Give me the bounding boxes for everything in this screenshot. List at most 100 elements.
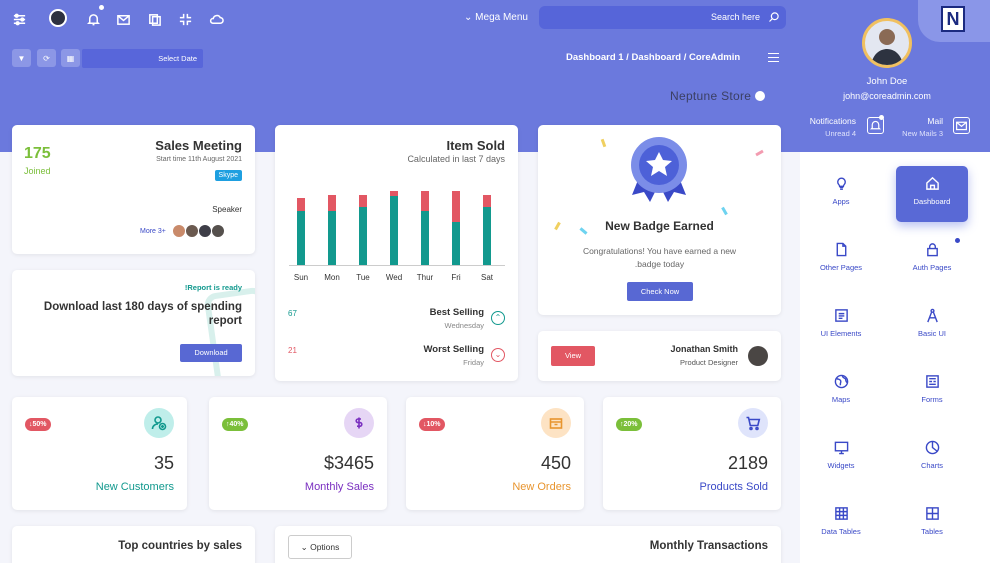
stat-card-products: ↑20% 2189 Products Sold (603, 397, 781, 510)
sidebar-item-basic-ui[interactable]: Basic UI (896, 298, 968, 354)
brand-logo[interactable]: N (941, 6, 965, 32)
table-icon (834, 507, 848, 520)
refresh-button[interactable]: ⟳ (37, 49, 56, 67)
sidebar-item-label: Tables (921, 527, 943, 536)
filter-button[interactable]: ▼ (12, 49, 31, 67)
avatar[interactable] (172, 224, 186, 238)
date-picker-label: Select Date (158, 54, 197, 63)
sidebar-item-label: Other Pages (819, 263, 863, 272)
stat-card-orders: ↓10% 450 New Orders (406, 397, 584, 510)
store-label: Neptune Store (670, 89, 752, 103)
home-icon (925, 176, 939, 190)
best-value: 67 (288, 309, 297, 318)
options-dropdown[interactable]: ⌄ Options (288, 535, 352, 559)
bar-segment-secondary (328, 194, 336, 211)
sidebar-item-label: UI Elements (820, 329, 862, 338)
sidebar-nav: Apps Dashboard Other Pages Auth Pages UI… (800, 152, 990, 563)
user-plus-icon (144, 408, 174, 438)
date-picker[interactable]: Select Date (82, 49, 203, 68)
confetti (721, 206, 728, 216)
sidebar-item-data-tables[interactable]: Data Tables (805, 496, 877, 552)
search-placeholder: Search here (710, 12, 760, 22)
search-icon[interactable] (768, 11, 780, 23)
confetti (755, 149, 764, 157)
box-icon (541, 408, 571, 438)
sidebar-item-apps[interactable]: Apps (805, 166, 877, 222)
mail-icon[interactable] (114, 10, 132, 28)
profile-email: john@coreadmin.com (843, 91, 931, 101)
chevron-down-icon: ⌄ (491, 348, 505, 362)
sidebar-item-widgets[interactable]: Widgets (805, 430, 877, 486)
stat-label: Products Sold (699, 481, 768, 493)
sidebar-item-label: Apps (832, 197, 850, 206)
bar-segment-primary (421, 210, 429, 265)
trend-badge: ↑40% (222, 418, 248, 431)
worst-day: Friday (463, 358, 484, 367)
skype-tag[interactable]: Skype (214, 170, 242, 181)
avatar[interactable] (198, 224, 212, 238)
hamburger-icon[interactable] (768, 53, 779, 62)
top-bar: ⌄ Mega Menu Search here (0, 0, 800, 36)
monthly-transactions-card: ⌄ Options Monthly Transactions (275, 526, 781, 563)
sidebar-item-label: Charts (920, 461, 944, 470)
stat-card-sales: ↑40% $3465 Monthly Sales (209, 397, 387, 510)
calendar-button[interactable]: ▦ (61, 49, 80, 67)
meeting-start: Start time 11th August 2021 (156, 156, 242, 163)
joined-count: 175 (24, 145, 51, 162)
chart-baseline (289, 265, 505, 266)
badge-title: New Badge Earned (605, 219, 714, 233)
user-avatar-small[interactable] (49, 9, 67, 27)
avatar[interactable] (211, 224, 225, 238)
calendar-icon: ▦ (66, 53, 75, 63)
globe-icon (834, 374, 848, 389)
notification-dot (99, 5, 104, 10)
worst-label: Worst Selling (423, 344, 484, 355)
trend-badge: ↑20% (616, 418, 642, 431)
grid-icon (925, 507, 939, 520)
bulb-icon (836, 177, 846, 190)
award-badge-icon (631, 137, 687, 202)
form-icon (925, 375, 939, 388)
avatar[interactable] (748, 346, 768, 366)
mail-button[interactable] (953, 117, 970, 134)
top-countries-title: Top countries by sales (118, 540, 242, 552)
chevron-up-icon: ⌃ (491, 311, 505, 325)
badge-text-2: .badge today (634, 259, 685, 269)
person-role: Product Designer (680, 358, 738, 367)
person-card: View Jonathan Smith Product Designer (538, 331, 781, 381)
sidebar-item-forms[interactable]: Forms (896, 364, 968, 420)
x-tick-label: Wed (385, 273, 403, 282)
download-button[interactable]: Download (180, 344, 242, 362)
monitor-icon (834, 441, 848, 455)
profile-avatar[interactable] (862, 18, 912, 68)
more-speakers[interactable]: More 3+ (140, 228, 166, 235)
report-ready: !Report is ready (184, 283, 242, 292)
sidebar-item-tables[interactable]: Tables (896, 496, 968, 552)
check-now-button[interactable]: Check Now (627, 282, 693, 301)
bar-segment-secondary (483, 194, 491, 208)
trend-badge: ↓10% (419, 418, 445, 431)
file-icon (836, 242, 846, 257)
search-input[interactable]: Search here (539, 6, 786, 29)
sidebar-item-other-pages[interactable]: Other Pages (805, 232, 877, 288)
sidebar-item-dashboard[interactable]: Dashboard (896, 166, 968, 222)
notification-dot (879, 115, 884, 120)
bar-segment-primary (390, 196, 398, 265)
list-icon (834, 309, 848, 322)
sidebar-item-maps[interactable]: Maps (805, 364, 877, 420)
stat-value: 35 (153, 453, 174, 473)
mega-menu-button[interactable]: ⌄ Mega Menu (464, 12, 528, 23)
cloud-icon[interactable] (207, 10, 225, 28)
avatar[interactable] (185, 224, 199, 238)
view-button[interactable]: View (551, 346, 595, 366)
bar-segment-primary (452, 222, 460, 265)
sidebar-item-ui-elements[interactable]: UI Elements (805, 298, 877, 354)
joined-label: Joined (24, 166, 51, 176)
settings-sliders-icon[interactable] (10, 10, 28, 28)
sidebar-item-charts[interactable]: Charts (896, 430, 968, 486)
copy-icon[interactable] (145, 10, 163, 28)
bell-icon[interactable] (84, 10, 102, 28)
minimize-icon[interactable] (176, 10, 194, 28)
bar-segment-secondary (452, 191, 460, 223)
sidebar-item-label: Auth Pages (912, 263, 952, 272)
